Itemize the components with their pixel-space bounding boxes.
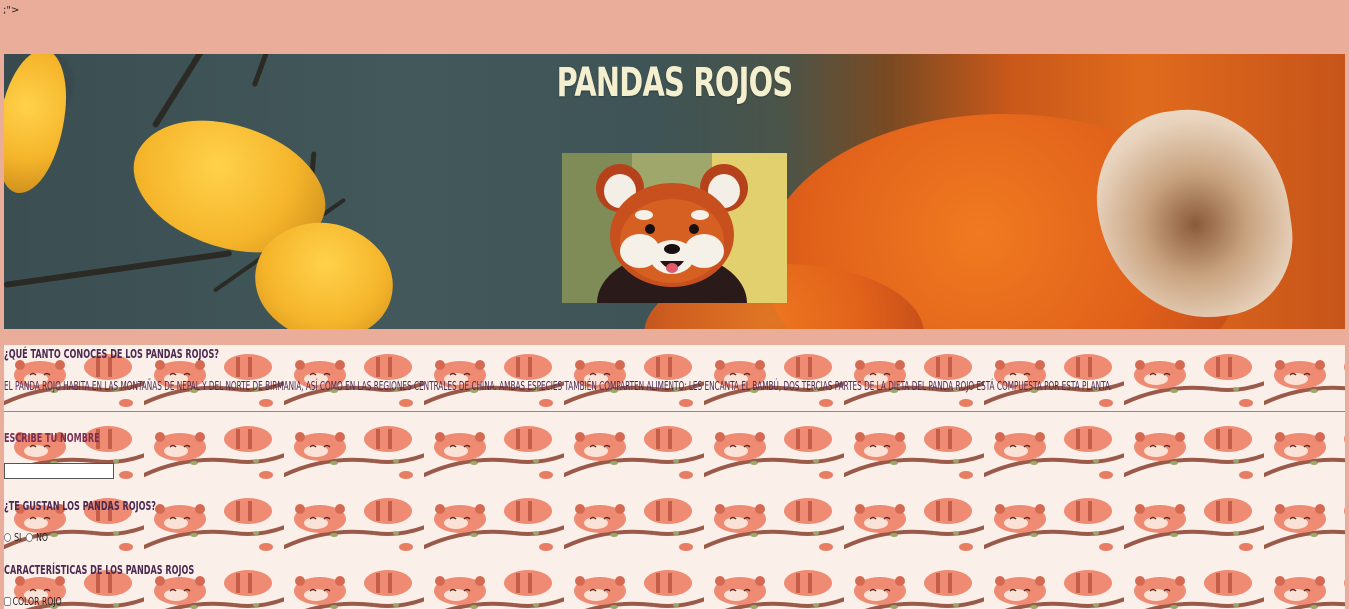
quiz-section: ¿Qué tanto conoces de los pandas rojos? … — [4, 345, 1345, 609]
stray-text: ;"> — [3, 5, 20, 16]
radio-si[interactable] — [4, 533, 12, 542]
likes-radio-group: Si No — [4, 531, 48, 544]
name-input[interactable] — [4, 463, 114, 479]
radio-no-label: No — [36, 531, 48, 544]
checkbox-color-rojo-label: Color rojo — [12, 595, 62, 608]
name-label: Escribe tu nombre — [4, 431, 100, 445]
divider — [4, 411, 1345, 412]
intro-question: ¿Qué tanto conoces de los pandas rojos? — [4, 347, 219, 361]
traits-question: Características de los pandas rojos — [4, 563, 195, 577]
leaf-decoration — [4, 54, 72, 198]
intro-paragraph: El panda rojo habita en las montañas de … — [4, 379, 1113, 393]
traits-checkbox-group: Color rojo — [4, 595, 62, 608]
likes-question: ¿Te gustan los pandas rojos? — [4, 499, 157, 513]
radio-si-label: Si — [14, 531, 22, 544]
red-panda-photo — [562, 153, 787, 303]
checkbox-color-rojo[interactable] — [4, 597, 12, 606]
header-banner: PANDAS ROJOS — [4, 54, 1345, 329]
page-title: PANDAS ROJOS — [556, 60, 794, 106]
radio-no[interactable] — [25, 533, 34, 542]
